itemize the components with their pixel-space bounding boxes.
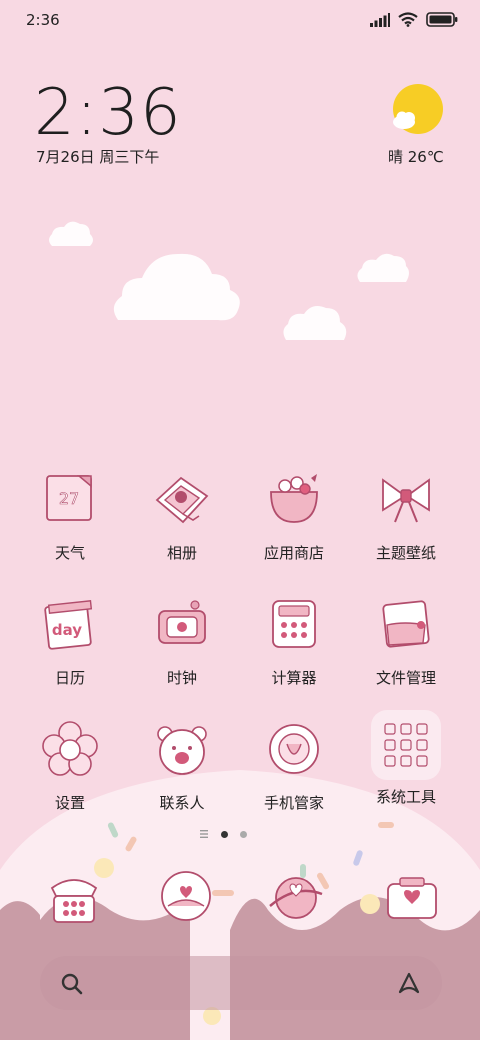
- app-label: 文件管理: [375, 669, 436, 687]
- folder-icon: [382, 600, 430, 648]
- app-label: 主题壁纸: [375, 544, 436, 562]
- app-label: 相册: [166, 544, 197, 562]
- flower-icon: [42, 721, 98, 776]
- app-label: 联系人: [159, 794, 205, 812]
- calculator-icon: [272, 600, 316, 648]
- cloud-decoration: [113, 253, 240, 321]
- svg-text:day: day: [52, 621, 82, 639]
- app-clock[interactable]: 时钟: [127, 595, 237, 688]
- photo-envelope-icon: [155, 476, 209, 524]
- planet-icon[interactable]: [266, 868, 326, 928]
- folder-grid-icon: [384, 723, 428, 767]
- shield-donut-icon: [269, 724, 319, 774]
- shopping-bag-icon: [270, 474, 318, 523]
- wifi-icon: [398, 12, 418, 27]
- app-label: 日历: [54, 669, 85, 687]
- app-label: 设置: [54, 794, 85, 812]
- app-label: 应用商店: [263, 544, 324, 562]
- app-label: 手机管家: [263, 794, 324, 812]
- search-icon[interactable]: [60, 972, 84, 996]
- search-bar[interactable]: [40, 956, 442, 1010]
- cloud-decoration: [357, 253, 409, 282]
- app-system-tools[interactable]: 系统工具: [351, 710, 461, 807]
- app-label: 系统工具: [375, 788, 436, 806]
- page-dot-active: [221, 830, 228, 838]
- bow-icon: [382, 478, 430, 523]
- app-label: 天气: [54, 544, 85, 562]
- list-page-icon: [200, 830, 208, 838]
- telephone-icon[interactable]: [44, 868, 104, 928]
- app-label: 时钟: [166, 669, 197, 687]
- app-app-store[interactable]: 应用商店: [239, 470, 349, 563]
- status-icons: [370, 12, 458, 27]
- app-security[interactable]: 手机管家: [239, 720, 349, 813]
- assistant-icon[interactable]: [396, 970, 422, 996]
- page-indicator[interactable]: [199, 829, 247, 839]
- chat-bubble-icon[interactable]: [156, 868, 216, 928]
- cloud-decoration: [283, 306, 347, 340]
- app-contacts[interactable]: 联系人: [127, 720, 237, 813]
- app-themes[interactable]: 主题壁纸: [351, 470, 461, 563]
- app-calculator[interactable]: 计算器: [239, 595, 349, 688]
- calendar-27-icon: 27: [46, 475, 92, 521]
- page-dot: [240, 830, 247, 838]
- app-file-manager[interactable]: 文件管理: [351, 595, 461, 688]
- app-label: 计算器: [271, 669, 317, 687]
- bear-icon: [157, 726, 207, 775]
- signal-icon: [370, 12, 390, 27]
- app-settings[interactable]: 设置: [15, 720, 125, 813]
- widget-clock[interactable]: 2:36: [34, 78, 182, 148]
- svg-text:27: 27: [59, 489, 79, 508]
- battery-icon: [426, 12, 458, 27]
- status-bar: 2:36: [0, 0, 480, 44]
- sun-cloud-icon[interactable]: [390, 84, 444, 136]
- clock-box-icon: [158, 600, 206, 644]
- cloud-decoration: [49, 221, 93, 246]
- app-calendar[interactable]: day 日历: [15, 595, 125, 688]
- day-calendar-icon: day: [44, 600, 93, 650]
- app-weather[interactable]: 27 天气: [15, 470, 125, 563]
- app-gallery[interactable]: 相册: [127, 470, 237, 563]
- widget-date: 7月26日 周三下午: [36, 148, 160, 166]
- weather-summary: 晴 26℃: [388, 148, 444, 166]
- status-time: 2:36: [26, 11, 60, 29]
- camera-icon[interactable]: [382, 868, 442, 928]
